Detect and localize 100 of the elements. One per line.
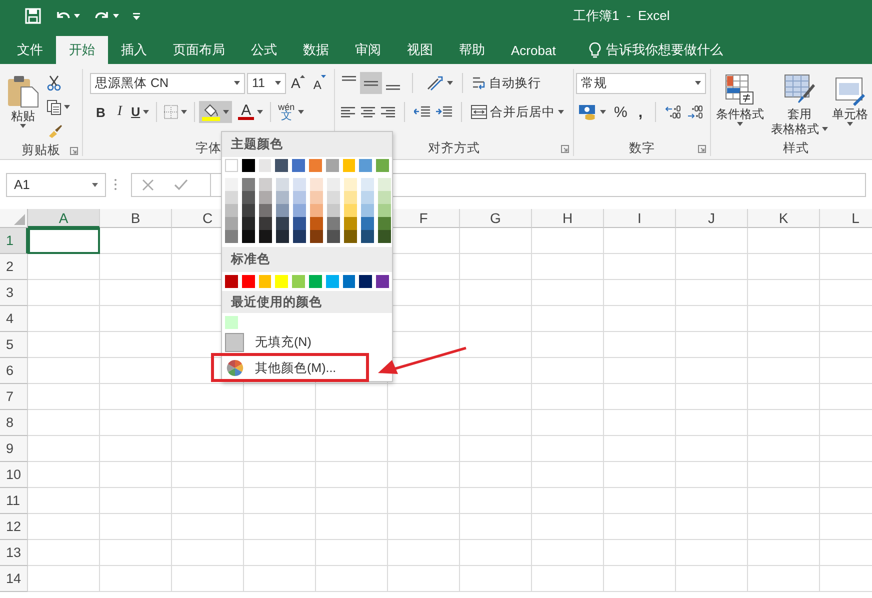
color-swatch[interactable]	[327, 230, 340, 243]
color-swatch[interactable]	[378, 191, 391, 204]
ribbon-tab[interactable]: 视图	[394, 36, 446, 64]
align-button[interactable]	[360, 72, 382, 94]
color-swatch[interactable]	[344, 191, 357, 204]
no-fill-item[interactable]: 无填充(N)	[222, 331, 318, 354]
color-swatch[interactable]	[293, 204, 306, 217]
color-swatch[interactable]	[276, 204, 289, 217]
color-swatch[interactable]	[292, 275, 305, 288]
color-swatch[interactable]	[242, 275, 255, 288]
color-swatch[interactable]	[293, 217, 306, 230]
color-swatch[interactable]	[275, 275, 288, 288]
font-color-button[interactable]: A	[235, 101, 266, 123]
font-name-field[interactable]: 思源黑体 CN	[90, 72, 245, 94]
name-box[interactable]: A1	[6, 172, 106, 196]
percent-button[interactable]: %	[609, 101, 632, 123]
color-swatch[interactable]	[378, 204, 391, 217]
color-swatch[interactable]	[259, 191, 272, 204]
color-swatch[interactable]	[359, 159, 372, 172]
conditional-formatting-button[interactable]: 条件格式	[713, 72, 767, 140]
color-swatch[interactable]	[359, 275, 372, 288]
ribbon-tab[interactable]: 数据	[290, 36, 342, 64]
color-swatch[interactable]	[378, 230, 391, 243]
font-size-field[interactable]: 11	[247, 72, 286, 94]
color-swatch[interactable]	[259, 217, 272, 230]
italic-button[interactable]: I	[111, 101, 128, 123]
row-header[interactable]: 3	[0, 280, 28, 306]
row-header[interactable]: 11	[0, 488, 28, 514]
row-header[interactable]: 9	[0, 436, 28, 462]
fill-color-button[interactable]	[199, 101, 232, 123]
column-header[interactable]: H	[532, 209, 604, 228]
color-swatch[interactable]	[361, 217, 374, 230]
color-swatch[interactable]	[308, 275, 322, 288]
color-swatch[interactable]	[242, 159, 255, 172]
color-swatch[interactable]	[225, 316, 238, 329]
comma-button[interactable]: ,	[632, 101, 649, 123]
shrink-font-button[interactable]: A	[310, 72, 330, 94]
color-swatch[interactable]	[259, 204, 272, 217]
color-swatch[interactable]	[242, 191, 255, 204]
color-swatch[interactable]	[344, 204, 357, 217]
color-swatch[interactable]	[376, 275, 389, 288]
grow-font-button[interactable]: A	[288, 72, 308, 94]
color-swatch[interactable]	[342, 275, 356, 288]
tell-me-field[interactable]: 告诉我你想要做什么	[582, 36, 729, 64]
color-swatch[interactable]	[310, 217, 323, 230]
color-swatch[interactable]	[361, 178, 374, 191]
color-swatch[interactable]	[293, 230, 306, 243]
row-header[interactable]: 13	[0, 540, 28, 566]
column-header[interactable]: A	[28, 209, 100, 228]
color-swatch[interactable]	[326, 159, 339, 172]
bold-button[interactable]: B	[90, 101, 112, 123]
column-header[interactable]: J	[676, 209, 748, 228]
ribbon-tab[interactable]: 插入	[108, 36, 160, 64]
color-swatch[interactable]	[378, 217, 391, 230]
color-swatch[interactable]	[258, 275, 272, 288]
active-cell[interactable]	[28, 228, 100, 254]
save-button[interactable]	[23, 6, 43, 26]
row-header[interactable]: 6	[0, 358, 28, 384]
ribbon-tab[interactable]: 开始	[56, 36, 108, 64]
color-swatch[interactable]	[344, 230, 357, 243]
color-swatch[interactable]	[361, 204, 374, 217]
row-header[interactable]: 7	[0, 384, 28, 410]
color-swatch[interactable]	[225, 178, 238, 191]
color-swatch[interactable]	[225, 204, 238, 217]
color-swatch[interactable]	[242, 178, 255, 191]
color-swatch[interactable]	[310, 191, 323, 204]
color-swatch[interactable]	[276, 230, 289, 243]
color-swatch[interactable]	[225, 217, 238, 230]
color-swatch[interactable]	[327, 178, 340, 191]
column-header[interactable]: I	[604, 209, 676, 228]
color-swatch[interactable]	[376, 159, 389, 172]
ribbon-tab[interactable]: 审阅	[342, 36, 394, 64]
phonetic-button[interactable]: wén 文	[275, 101, 307, 123]
color-swatch[interactable]	[259, 230, 272, 243]
color-swatch[interactable]	[309, 159, 322, 172]
color-swatch[interactable]	[326, 275, 339, 288]
column-header[interactable]: G	[460, 209, 532, 228]
column-header[interactable]: B	[100, 209, 172, 228]
color-swatch[interactable]	[361, 230, 374, 243]
color-swatch[interactable]	[276, 178, 289, 191]
color-swatch[interactable]	[292, 159, 306, 172]
row-header[interactable]: 4	[0, 306, 28, 332]
number-format-field[interactable]: 常规	[576, 72, 706, 94]
color-swatch[interactable]	[225, 159, 238, 172]
more-colors-item[interactable]: 其他颜色(M)...	[224, 357, 342, 379]
row-header[interactable]: 1	[0, 228, 28, 254]
cell-styles-button[interactable]: 单元格	[832, 72, 868, 140]
color-swatch[interactable]	[310, 230, 323, 243]
underline-button[interactable]: U	[128, 101, 152, 123]
ribbon-tab[interactable]: 页面布局	[160, 36, 238, 64]
ribbon-tab[interactable]: 公式	[238, 36, 290, 64]
color-swatch[interactable]	[327, 217, 340, 230]
color-swatch[interactable]	[225, 275, 238, 288]
ribbon-tab[interactable]: Acrobat	[498, 36, 569, 64]
color-swatch[interactable]	[344, 178, 357, 191]
color-swatch[interactable]	[258, 159, 272, 172]
customize-button[interactable]	[131, 10, 142, 22]
merge-center-button[interactable]: 合并后居中	[468, 101, 567, 123]
ribbon-tab[interactable]: 帮助	[446, 36, 498, 64]
color-swatch[interactable]	[310, 178, 323, 191]
